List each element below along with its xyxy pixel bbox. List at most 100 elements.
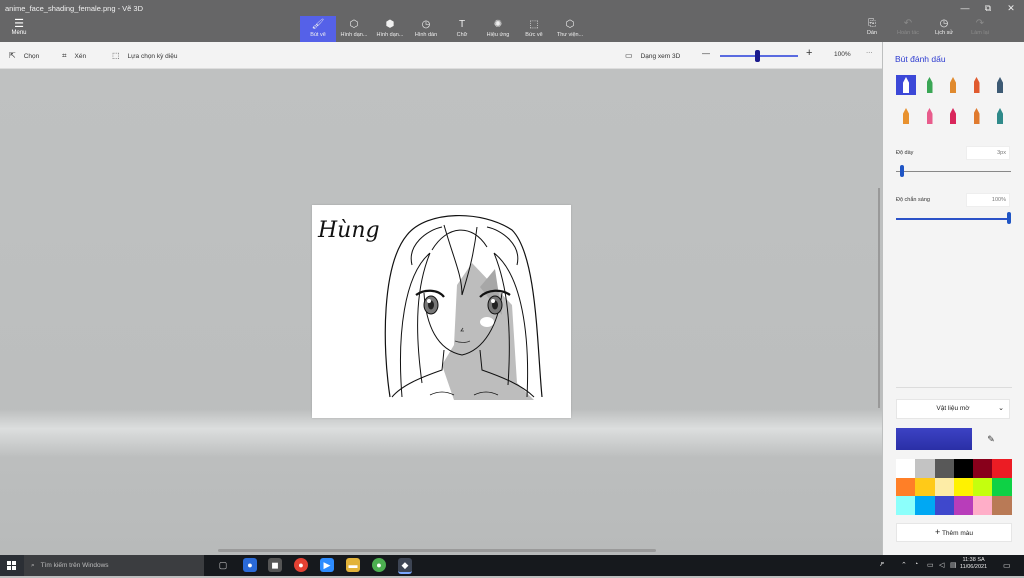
store-icon[interactable]: ◼ bbox=[268, 558, 282, 572]
plus-icon: + bbox=[934, 527, 941, 537]
tool-stickers[interactable]: ◷ Hình dán bbox=[408, 16, 444, 42]
color-swatch[interactable] bbox=[896, 477, 916, 497]
chevron-down-icon: ⌄ bbox=[998, 405, 1004, 412]
tray-chevron-up-icon[interactable]: ⌃ bbox=[901, 561, 907, 569]
earth-app-icon[interactable]: ● bbox=[243, 558, 257, 572]
drawing-canvas[interactable]: Hùng bbox=[312, 205, 571, 418]
thickness-input[interactable]: 3px bbox=[966, 146, 1010, 160]
tray-network-icon[interactable]: ◔ bbox=[914, 561, 918, 568]
canvas-icon: ⬚ bbox=[529, 19, 539, 30]
crop-button[interactable]: ⌗ Xén bbox=[62, 51, 86, 61]
app-icon[interactable]: ● bbox=[372, 558, 386, 572]
color-swatch[interactable] bbox=[915, 477, 935, 497]
start-button[interactable] bbox=[0, 555, 24, 576]
magic-select-button[interactable]: ⬚ Lựa chọn kỳ diệu bbox=[112, 51, 177, 60]
undo-label: Hoàn tác bbox=[896, 30, 919, 36]
current-color-swatch[interactable] bbox=[896, 428, 972, 450]
tray-person-icon[interactable]: ዖ bbox=[880, 561, 884, 569]
color-swatch[interactable] bbox=[896, 459, 916, 478]
paste-button[interactable]: ⎘ Dán bbox=[856, 17, 888, 36]
undo-button[interactable]: ↶ Hoàn tác bbox=[892, 17, 924, 36]
vertical-scrollbar[interactable] bbox=[878, 188, 880, 408]
chrome-icon[interactable]: ● bbox=[294, 558, 308, 572]
color-swatch[interactable] bbox=[992, 477, 1012, 497]
eraser-button[interactable] bbox=[920, 106, 940, 126]
color-swatch[interactable] bbox=[992, 459, 1012, 478]
menu-button[interactable]: ☰ Menu bbox=[6, 18, 32, 36]
color-swatch[interactable] bbox=[973, 496, 993, 515]
magic-select-icon: ⬚ bbox=[112, 51, 120, 60]
tool-3d-shapes[interactable]: ⬢ Hình dạn... bbox=[372, 16, 408, 42]
zoom-out-button[interactable]: — bbox=[702, 49, 710, 58]
color-swatch[interactable] bbox=[953, 496, 974, 515]
color-swatch[interactable] bbox=[934, 477, 954, 497]
file-explorer-icon[interactable]: ▬ bbox=[346, 558, 360, 572]
magic-select-label: Lựa chọn kỳ diệu bbox=[127, 53, 178, 60]
select-label: Chọn bbox=[23, 53, 40, 60]
color-swatch[interactable] bbox=[992, 496, 1012, 515]
history-label: Lịch sử bbox=[934, 30, 954, 36]
color-swatch[interactable] bbox=[934, 496, 954, 515]
oil-brush-icon bbox=[950, 77, 956, 93]
color-swatch[interactable] bbox=[973, 477, 993, 497]
color-swatch[interactable] bbox=[915, 496, 935, 515]
task-view-icon[interactable]: ▢ bbox=[216, 558, 230, 572]
zoom-app-icon[interactable]: ▶ bbox=[320, 558, 334, 572]
select-button[interactable]: ⇱ Chọn bbox=[9, 51, 39, 60]
tool-brushes[interactable]: 🖌 Bút vẽ bbox=[300, 16, 336, 42]
close-button[interactable]: ✕ bbox=[1000, 0, 1022, 16]
zoom-level[interactable]: 100% bbox=[834, 51, 851, 58]
undo-icon: ↶ bbox=[903, 18, 913, 29]
pointer-icon: ⇱ bbox=[9, 51, 16, 60]
oil-brush-button[interactable] bbox=[943, 75, 963, 95]
crayon-button[interactable] bbox=[943, 106, 963, 126]
tray-volume-icon[interactable]: ◁ bbox=[939, 561, 944, 569]
more-options-button[interactable]: ··· bbox=[866, 49, 873, 56]
brush-icon: 🖌 bbox=[311, 19, 325, 30]
color-swatch[interactable] bbox=[896, 496, 916, 515]
color-swatch[interactable] bbox=[953, 477, 974, 497]
view-3d-button[interactable]: ▭ Dạng xem 3D bbox=[625, 51, 680, 60]
tool-text[interactable]: T Chữ bbox=[444, 16, 480, 42]
anime-face-drawing: Hùng bbox=[317, 215, 543, 400]
opacity-input[interactable]: 100% bbox=[966, 193, 1010, 207]
taskbar-search[interactable]: ⌕ Tìm kiếm trên Windows bbox=[24, 555, 204, 576]
thickness-slider-thumb[interactable] bbox=[899, 165, 904, 177]
material-dropdown[interactable]: Vật liệu mờ ⌄ bbox=[896, 399, 1010, 419]
color-swatch[interactable] bbox=[973, 459, 993, 478]
paste-label: Dán bbox=[866, 30, 878, 36]
history-button[interactable]: ◷ Lịch sử bbox=[928, 17, 960, 36]
tool-2d-shapes[interactable]: ⬡ Hình dạn... bbox=[336, 16, 372, 42]
tray-keyboard-icon[interactable]: ▤ bbox=[950, 561, 957, 569]
redo-button[interactable]: ↷ Làm lại bbox=[964, 17, 996, 36]
color-swatch[interactable] bbox=[934, 459, 954, 478]
tool-canvas[interactable]: ⬚ Bức vẽ bbox=[516, 16, 552, 42]
opacity-slider-thumb[interactable] bbox=[1007, 212, 1011, 224]
horizontal-scrollbar[interactable] bbox=[218, 549, 656, 552]
pixel-pen-button[interactable] bbox=[990, 75, 1010, 95]
paint-3d-icon[interactable]: ◆ bbox=[398, 558, 412, 574]
zoom-in-button[interactable]: + bbox=[806, 47, 812, 59]
minimize-button[interactable]: — bbox=[954, 0, 976, 16]
calligraphy-pen-button[interactable] bbox=[920, 75, 940, 95]
shapes-3d-icon: ⬢ bbox=[385, 19, 395, 30]
spray-can-button[interactable] bbox=[967, 106, 987, 126]
color-swatch[interactable] bbox=[953, 459, 974, 478]
tool-3d-library[interactable]: ⬡ Thư viện... bbox=[552, 16, 588, 42]
notifications-icon[interactable]: ▭ bbox=[1003, 561, 1011, 570]
add-color-button[interactable]: + Thêm màu bbox=[896, 523, 1012, 542]
marker-brush-button[interactable] bbox=[896, 75, 916, 95]
tool-effects[interactable]: ✺ Hiệu ứng bbox=[480, 16, 516, 42]
eyedropper-icon[interactable]: ✎ bbox=[983, 430, 999, 448]
watercolor-brush-button[interactable] bbox=[967, 75, 987, 95]
fill-bucket-button[interactable] bbox=[990, 106, 1010, 126]
color-swatch[interactable] bbox=[915, 459, 935, 478]
zoom-slider-thumb[interactable] bbox=[754, 50, 760, 62]
opacity-slider-track[interactable] bbox=[896, 218, 1011, 220]
tray-battery-icon[interactable]: ▭ bbox=[927, 561, 934, 569]
thickness-slider-track[interactable] bbox=[896, 171, 1011, 172]
restore-button[interactable]: ⧉ bbox=[977, 0, 999, 16]
pencil-button[interactable] bbox=[896, 106, 916, 126]
color-palette bbox=[896, 459, 1012, 515]
taskbar-clock[interactable]: 11:38 SA 11/06/2021 bbox=[960, 557, 987, 571]
